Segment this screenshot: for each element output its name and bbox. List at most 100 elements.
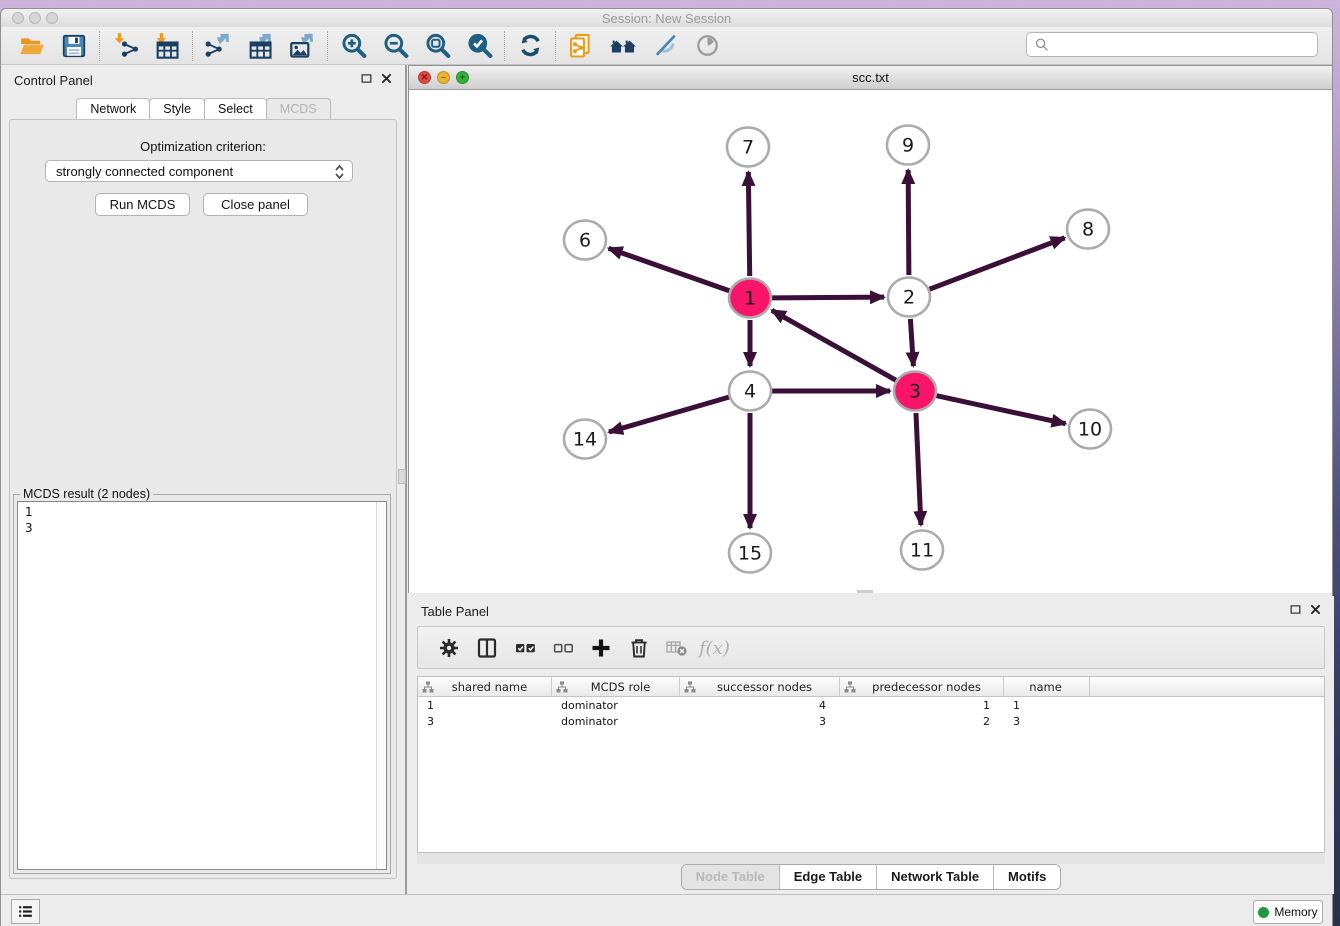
delete-row-button[interactable]: [620, 631, 658, 665]
column-label: shared name: [434, 680, 551, 694]
table-cell: 4: [680, 697, 840, 713]
open-file-button[interactable]: [11, 30, 53, 62]
edge-1-7[interactable]: [748, 172, 749, 276]
column-header-successor-nodes[interactable]: successor nodes: [680, 677, 840, 696]
main-toolbar: [1, 27, 1332, 65]
memory-status-icon: [1258, 907, 1269, 918]
graph-node-6[interactable]: 6: [564, 221, 606, 260]
search-input[interactable]: [1053, 33, 1317, 56]
node-table: shared nameMCDS rolesuccessor nodesprede…: [417, 676, 1325, 853]
graph-node-3[interactable]: 3: [894, 372, 936, 411]
edge-4-14[interactable]: [609, 397, 729, 432]
tree-icon: [844, 681, 856, 693]
edge-1-2[interactable]: [772, 297, 884, 298]
vertical-splitter-handle[interactable]: [398, 469, 406, 484]
tree-icon: [556, 681, 568, 693]
node-label: 8: [1082, 219, 1094, 241]
float-panel-icon[interactable]: [360, 72, 373, 85]
tab-network-table[interactable]: Network Table: [877, 865, 994, 889]
close-table-panel-icon[interactable]: [1309, 603, 1322, 616]
edge-2-3[interactable]: [910, 319, 913, 366]
tab-select[interactable]: Select: [204, 98, 267, 119]
column-header-predecessor-nodes[interactable]: predecessor nodes: [840, 677, 1004, 696]
show-panels-button[interactable]: [686, 30, 728, 62]
status-bar: Memory: [1, 894, 1332, 926]
graph-node-15[interactable]: 15: [729, 534, 771, 573]
close-panel-icon[interactable]: [380, 72, 393, 85]
node-label: 3: [909, 381, 921, 403]
tab-node-table[interactable]: Node Table: [682, 865, 780, 889]
task-list-button[interactable]: [11, 899, 40, 924]
network-canvas[interactable]: 1 2 3 4 6 7 8 9 10 11 14 15: [409, 90, 1332, 593]
export-image-button[interactable]: [281, 30, 323, 62]
app-window: Session: New Session Control Panel Netwo…: [0, 8, 1333, 926]
select-all-icon: [514, 637, 537, 659]
graph-node-7[interactable]: 7: [727, 128, 769, 167]
graph-node-8[interactable]: 8: [1067, 210, 1109, 249]
table-cell: 1: [1004, 697, 1090, 713]
export-table-button[interactable]: [239, 30, 281, 62]
column-header-MCDS-role[interactable]: MCDS role: [552, 677, 680, 696]
zoom-in-button[interactable]: [332, 30, 374, 62]
control-panel-title: Control Panel: [14, 73, 93, 88]
delete-table-button[interactable]: [658, 631, 696, 665]
edge-3-1[interactable]: [772, 310, 896, 380]
export-network-button[interactable]: [197, 30, 239, 62]
table-panel: Table Panel f(x) shared nameMCDS rolesuc…: [408, 596, 1334, 894]
tab-style[interactable]: Style: [149, 98, 205, 119]
edge-1-6[interactable]: [609, 248, 730, 290]
import-network-button[interactable]: [104, 30, 146, 62]
control-panel-header: Control Panel: [1, 65, 405, 95]
graph-node-10[interactable]: 10: [1069, 410, 1111, 449]
table-cell: 2: [840, 713, 1004, 729]
close-panel-button[interactable]: Close panel: [203, 193, 308, 216]
column-header-name[interactable]: name: [1004, 677, 1090, 696]
tab-network[interactable]: Network: [76, 98, 150, 119]
horizontal-splitter-handle[interactable]: [857, 590, 873, 593]
table-row[interactable]: 1dominator411: [418, 697, 1324, 713]
mcds-result-textarea[interactable]: 13: [17, 501, 387, 870]
hide-panels-button[interactable]: [644, 30, 686, 62]
show-networks-home-icon: [608, 33, 638, 59]
export-network-icon: [204, 32, 232, 60]
column-header-shared-name[interactable]: shared name: [418, 677, 552, 696]
mcds-result-group: MCDS result (2 nodes) 13: [13, 494, 391, 874]
zoom-fit-icon: [424, 32, 451, 59]
search-box[interactable]: [1026, 32, 1318, 57]
graph-node-14[interactable]: 14: [564, 420, 606, 459]
columns-button[interactable]: [468, 631, 506, 665]
edge-2-9[interactable]: [908, 170, 909, 275]
float-table-panel-icon[interactable]: [1289, 603, 1302, 616]
table-row[interactable]: 3dominator323: [418, 713, 1324, 729]
function-button[interactable]: f(x): [696, 631, 734, 665]
show-networks-home-button[interactable]: [602, 30, 644, 62]
edge-2-8[interactable]: [930, 238, 1065, 289]
gear-button[interactable]: [430, 631, 468, 665]
graph-node-9[interactable]: 9: [887, 126, 929, 165]
tab-mcds[interactable]: MCDS: [266, 98, 331, 119]
select-all-button[interactable]: [506, 631, 544, 665]
add-row-button[interactable]: [582, 631, 620, 665]
table-panel-title: Table Panel: [421, 604, 489, 619]
run-mcds-button[interactable]: Run MCDS: [95, 193, 190, 216]
graph-node-2[interactable]: 2: [888, 278, 930, 317]
edge-3-10[interactable]: [936, 396, 1065, 424]
edge-3-11[interactable]: [916, 413, 921, 525]
zoom-selected-button[interactable]: [458, 30, 500, 62]
refresh-view-button[interactable]: [509, 30, 551, 62]
tab-edge-table[interactable]: Edge Table: [780, 865, 877, 889]
table-cell: 3: [680, 713, 840, 729]
criterion-select[interactable]: strongly connected component: [45, 160, 353, 182]
graph-node-4[interactable]: 4: [729, 372, 771, 411]
zoom-out-button[interactable]: [374, 30, 416, 62]
duplicate-network-button[interactable]: [560, 30, 602, 62]
memory-button[interactable]: Memory: [1253, 900, 1323, 924]
save-session-button[interactable]: [53, 30, 95, 62]
deselect-all-button[interactable]: [544, 631, 582, 665]
graph-node-11[interactable]: 11: [901, 531, 943, 570]
result-scrollbar[interactable]: [376, 502, 386, 869]
graph-node-1[interactable]: 1: [729, 279, 771, 318]
import-table-button[interactable]: [146, 30, 188, 62]
tab-motifs[interactable]: Motifs: [994, 865, 1060, 889]
zoom-fit-button[interactable]: [416, 30, 458, 62]
